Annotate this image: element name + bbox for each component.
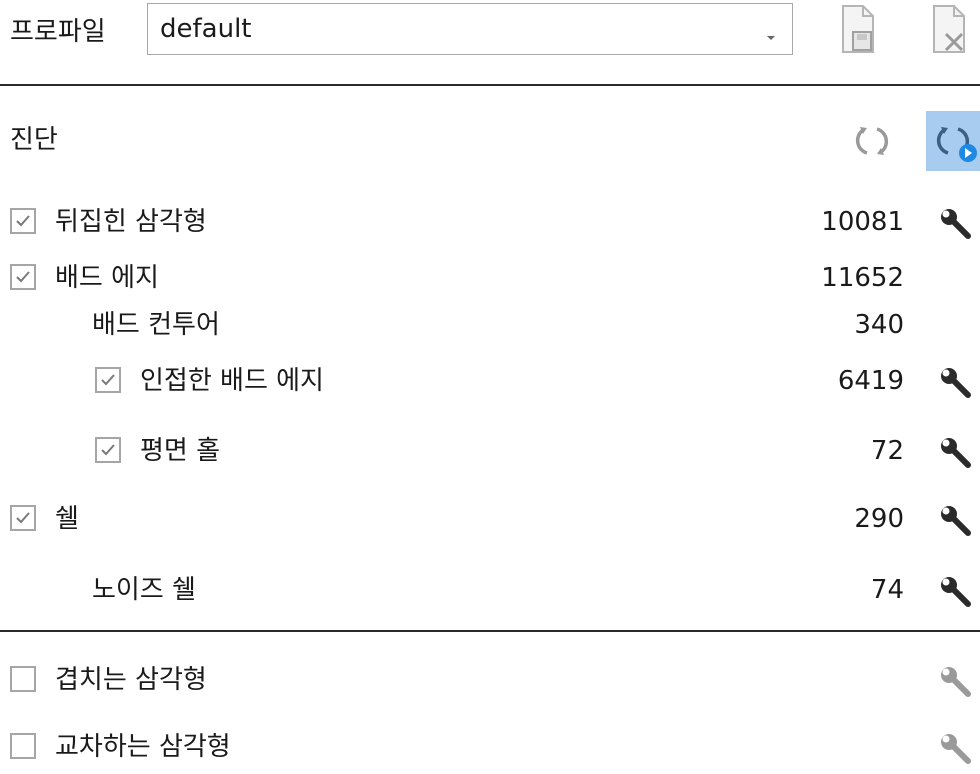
item-label: 쉘 [55,504,79,534]
item-count: 11652 [821,263,904,293]
wrench-icon[interactable] [938,574,974,610]
checkbox[interactable] [10,505,36,531]
refresh-icon [845,127,899,178]
chevron-down-icon [764,20,778,50]
list-item: 교차하는 삼각형 [0,725,980,769]
wrench-icon[interactable] [938,731,974,767]
wrench-icon[interactable] [938,503,974,539]
checkbox[interactable] [10,666,36,692]
item-label: 교차하는 삼각형 [55,732,231,762]
checkbox[interactable] [95,437,121,463]
wrench-icon[interactable] [938,435,974,471]
profile-label: 프로파일 [10,17,106,47]
item-count: 72 [870,436,904,466]
auto-refresh-icon [926,127,980,178]
item-count: 6419 [837,366,904,396]
wrench-icon[interactable] [938,206,974,242]
divider [0,630,980,632]
list-item: 노이즈 쉘 74 [0,568,980,612]
item-count: 10081 [821,207,904,237]
wrench-icon[interactable] [938,664,974,700]
profile-select[interactable]: default [147,3,793,55]
item-label: 배드 에지 [55,263,159,293]
item-label: 평면 홀 [140,436,221,466]
list-item: 배드 컨투어 340 [0,303,980,347]
checkbox[interactable] [95,367,121,393]
item-count: 74 [870,575,904,605]
list-item: 평면 홀 72 [0,429,980,473]
checkbox[interactable] [10,733,36,759]
wrench-icon[interactable] [938,365,974,401]
divider [0,84,980,86]
diagnostics-title: 진단 [10,125,58,155]
item-label: 뒤집힌 삼각형 [55,207,207,237]
list-item: 쉘 290 [0,497,980,541]
checkbox[interactable] [10,208,36,234]
refresh-button[interactable] [845,111,899,171]
auto-refresh-button[interactable] [926,111,980,171]
list-item: 뒤집힌 삼각형 10081 [0,200,980,244]
list-item: 배드 에지 11652 [0,256,980,300]
item-label: 노이즈 쉘 [92,575,196,605]
item-count: 290 [854,504,904,534]
document-save-icon[interactable] [837,2,881,56]
list-item: 인접한 배드 에지 6419 [0,359,980,403]
checkbox[interactable] [10,264,36,290]
item-label: 겹치는 삼각형 [55,665,207,695]
item-label: 인접한 배드 에지 [140,366,324,396]
item-label: 배드 컨투어 [92,310,220,340]
item-count: 340 [854,310,904,340]
profile-select-value: default [160,14,252,44]
list-item: 겹치는 삼각형 [0,658,980,702]
document-delete-icon[interactable] [928,2,972,56]
